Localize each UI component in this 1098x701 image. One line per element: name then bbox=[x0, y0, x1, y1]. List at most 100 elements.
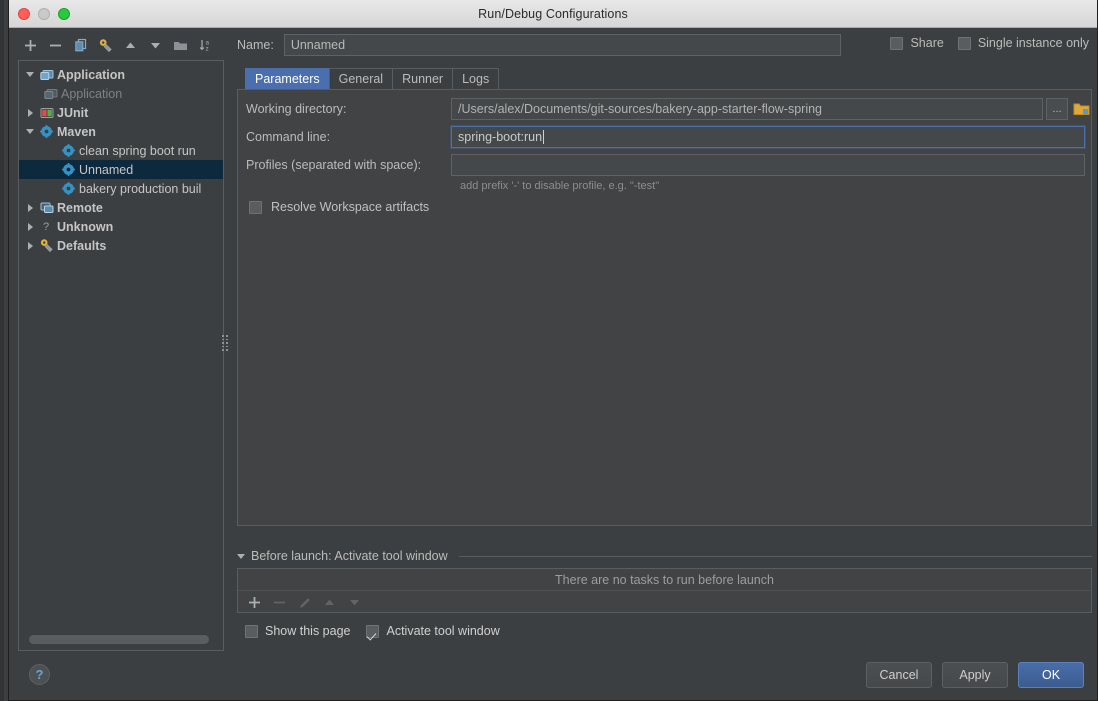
arrow-up-icon bbox=[124, 39, 137, 52]
tab-logs[interactable]: Logs bbox=[452, 68, 499, 89]
background-editor-sliver bbox=[0, 0, 8, 701]
edit-task-button[interactable] bbox=[292, 592, 317, 613]
remove-configuration-button[interactable] bbox=[43, 33, 68, 57]
tree-item-application-config[interactable]: Application bbox=[19, 84, 223, 103]
single-instance-checkbox-row[interactable]: Single instance only bbox=[958, 36, 1089, 50]
before-launch-tasks-panel: There are no tasks to run before launch bbox=[237, 568, 1092, 613]
question-icon: ? bbox=[37, 220, 56, 233]
chevron-right-icon[interactable] bbox=[23, 103, 37, 122]
activate-tool-window-row[interactable]: Activate tool window bbox=[366, 624, 499, 638]
command-line-row: Command line: spring-boot:run bbox=[246, 126, 1085, 148]
profiles-row: Profiles (separated with space): bbox=[246, 154, 1085, 176]
working-directory-label: Working directory: bbox=[246, 102, 451, 116]
maven-icon bbox=[59, 182, 78, 195]
chevron-down-icon[interactable] bbox=[237, 554, 245, 559]
chevron-right-icon[interactable] bbox=[23, 236, 37, 255]
tree-item-unknown-group[interactable]: ? Unknown bbox=[19, 217, 223, 236]
window-controls[interactable] bbox=[18, 8, 70, 20]
resolve-workspace-artifacts-checkbox[interactable] bbox=[249, 201, 262, 214]
command-line-input[interactable]: spring-boot:run bbox=[451, 126, 1085, 148]
resolve-workspace-artifacts-label: Resolve Workspace artifacts bbox=[271, 200, 429, 214]
window-title: Run/Debug Configurations bbox=[9, 7, 1097, 21]
browse-working-directory-button[interactable]: ... bbox=[1046, 98, 1068, 120]
profiles-label: Profiles (separated with space): bbox=[246, 158, 451, 172]
application-icon bbox=[37, 69, 56, 81]
tree-item-label: Maven bbox=[56, 125, 96, 139]
tab-runner[interactable]: Runner bbox=[392, 68, 453, 89]
show-this-page-checkbox[interactable] bbox=[245, 625, 258, 638]
maven-icon bbox=[59, 163, 78, 176]
profiles-input[interactable] bbox=[451, 154, 1085, 176]
resolve-workspace-artifacts-row[interactable]: Resolve Workspace artifacts bbox=[249, 200, 429, 214]
share-checkbox[interactable] bbox=[890, 37, 903, 50]
tree-horizontal-scrollbar[interactable] bbox=[29, 635, 209, 644]
minus-icon bbox=[49, 39, 62, 52]
remove-task-button[interactable] bbox=[267, 592, 292, 613]
activate-tool-window-checkbox[interactable] bbox=[366, 625, 379, 638]
tree-item-defaults-group[interactable]: Defaults bbox=[19, 236, 223, 255]
arrow-down-icon bbox=[149, 39, 162, 52]
sort-az-icon: a z bbox=[199, 38, 213, 52]
show-this-page-row[interactable]: Show this page bbox=[245, 624, 350, 638]
sort-configurations-button[interactable]: a z bbox=[193, 33, 218, 57]
tree-item-junit-group[interactable]: JUnit bbox=[19, 103, 223, 122]
configurations-tree-panel[interactable]: Application Application bbox=[18, 60, 224, 651]
panel-splitter[interactable] bbox=[221, 330, 229, 356]
cancel-button[interactable]: Cancel bbox=[866, 662, 932, 688]
text-caret bbox=[543, 130, 544, 144]
minus-icon bbox=[273, 596, 286, 609]
tree-item-remote-group[interactable]: Remote bbox=[19, 198, 223, 217]
minimize-window-button[interactable] bbox=[38, 8, 50, 20]
add-task-button[interactable] bbox=[242, 592, 267, 613]
chevron-down-icon[interactable] bbox=[23, 65, 37, 84]
tree-item-unnamed[interactable]: Unnamed bbox=[19, 160, 223, 179]
close-window-button[interactable] bbox=[18, 8, 30, 20]
show-this-page-label: Show this page bbox=[265, 624, 350, 638]
open-folder-button[interactable] bbox=[1070, 98, 1092, 120]
plus-icon bbox=[24, 39, 37, 52]
chevron-right-icon[interactable] bbox=[23, 198, 37, 217]
folder-icon bbox=[173, 39, 188, 52]
name-input[interactable] bbox=[284, 34, 841, 56]
working-directory-input[interactable] bbox=[451, 98, 1043, 120]
move-task-up-button[interactable] bbox=[317, 592, 342, 613]
zoom-window-button[interactable] bbox=[58, 8, 70, 20]
create-folder-button[interactable] bbox=[168, 33, 193, 57]
tree-item-label: Remote bbox=[56, 201, 103, 215]
tree-item-label: JUnit bbox=[56, 106, 88, 120]
tab-general[interactable]: General bbox=[329, 68, 393, 89]
apply-button[interactable]: Apply bbox=[942, 662, 1008, 688]
before-launch-header[interactable]: Before launch: Activate tool window bbox=[237, 549, 1092, 563]
copy-configuration-button[interactable] bbox=[68, 33, 93, 57]
command-line-label: Command line: bbox=[246, 130, 451, 144]
ok-button[interactable]: OK bbox=[1018, 662, 1084, 688]
move-task-down-button[interactable] bbox=[342, 592, 367, 613]
name-row: Name: bbox=[237, 34, 841, 56]
before-launch-empty-message: There are no tasks to run before launch bbox=[238, 569, 1091, 591]
wrench-icon bbox=[98, 38, 113, 53]
dialog-buttons: Cancel Apply OK bbox=[866, 662, 1084, 688]
copy-icon bbox=[74, 38, 88, 52]
tab-parameters[interactable]: Parameters bbox=[245, 68, 330, 89]
add-configuration-button[interactable] bbox=[18, 33, 43, 57]
move-up-button[interactable] bbox=[118, 33, 143, 57]
before-launch-divider bbox=[459, 556, 1092, 557]
configurations-tree: Application Application bbox=[19, 61, 223, 255]
help-button[interactable]: ? bbox=[29, 664, 50, 685]
plus-icon bbox=[248, 596, 261, 609]
chevron-right-icon[interactable] bbox=[23, 217, 37, 236]
tree-item-clean-spring-boot-run[interactable]: clean spring boot run bbox=[19, 141, 223, 160]
single-instance-checkbox[interactable] bbox=[958, 37, 971, 50]
move-down-button[interactable] bbox=[143, 33, 168, 57]
tree-item-maven-group[interactable]: Maven bbox=[19, 122, 223, 141]
command-line-value: spring-boot:run bbox=[458, 130, 542, 144]
edit-defaults-button[interactable] bbox=[93, 33, 118, 57]
junit-icon bbox=[37, 107, 56, 119]
tree-item-application-group[interactable]: Application bbox=[19, 65, 223, 84]
configurations-toolbar: a z bbox=[18, 32, 224, 58]
chevron-down-icon[interactable] bbox=[23, 122, 37, 141]
tree-item-bakery-production-build[interactable]: bakery production buil bbox=[19, 179, 223, 198]
share-checkbox-row[interactable]: Share bbox=[890, 36, 943, 50]
tree-item-label: Application bbox=[60, 87, 122, 101]
arrow-up-icon bbox=[323, 596, 336, 609]
